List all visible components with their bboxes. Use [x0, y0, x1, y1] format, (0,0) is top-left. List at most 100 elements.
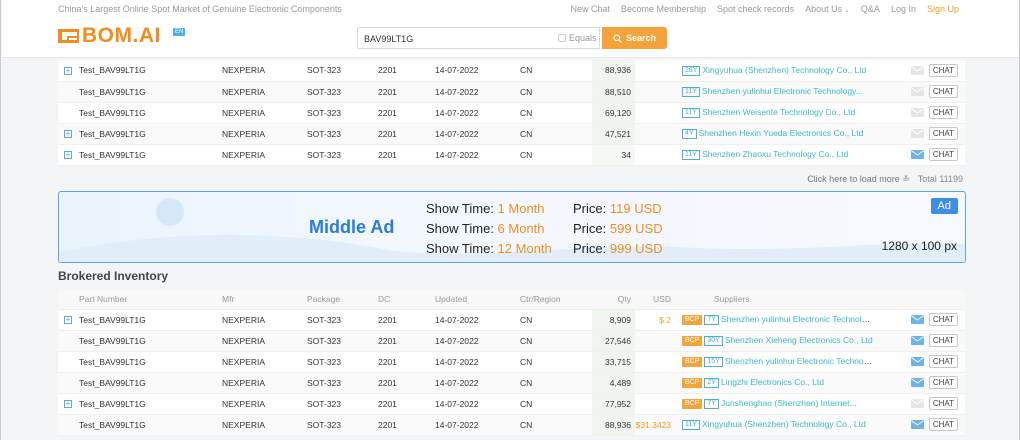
cell-mfr: NEXPERIA [222, 351, 307, 373]
nav-about-us[interactable]: About Us ⌄ [805, 4, 850, 14]
mail-icon[interactable] [910, 65, 924, 75]
nav-new-chat[interactable]: New Chat [570, 4, 610, 14]
supplier-link[interactable]: Shenzhen yulinhui Electronic Technology.… [702, 86, 863, 96]
expand-plus-icon[interactable]: + [64, 130, 72, 139]
chat-button[interactable]: CHAT [928, 148, 958, 161]
cell-part[interactable]: + Test_BAV99LT1G [58, 144, 222, 166]
col-header-mfr[interactable]: Mfr [222, 290, 307, 310]
mail-icon[interactable] [910, 150, 924, 159]
nav-membership[interactable]: Become Membership [621, 4, 706, 14]
table-row[interactable]: Test_BAV99LT1G NEXPERIA SOT-323 2201 14-07-2… [58, 372, 965, 394]
col-header-updated[interactable]: Updated [435, 290, 520, 310]
cell-dc: 2201 [378, 123, 435, 145]
mail-icon[interactable] [910, 87, 924, 96]
supplier-link[interactable]: Shenzhen Hexin Yueda Electronics Co., Lt… [699, 128, 864, 138]
equals-checkbox[interactable] [558, 34, 566, 42]
mail-icon[interactable] [910, 336, 924, 345]
table-row[interactable]: Test_BAV99LT1G NEXPERIA SOT-323 2201 14-07-2… [58, 351, 965, 373]
nav-signup[interactable]: Sign Up [927, 4, 959, 14]
cell-part[interactable]: + Test_BAV99LT1G [58, 309, 222, 331]
search-button[interactable]: Search [602, 27, 667, 49]
col-header-usd[interactable]: USD [635, 290, 682, 310]
mail-icon[interactable] [910, 378, 924, 387]
equals-option[interactable]: Equals [558, 33, 597, 43]
col-header-package[interactable]: Package [307, 290, 378, 310]
mail-icon[interactable] [910, 357, 924, 366]
cell-part[interactable]: Test_BAV99LT1G [58, 81, 222, 103]
mail-icon[interactable] [910, 108, 924, 117]
part-number[interactable]: Test_BAV99LT1G [79, 378, 146, 388]
part-number[interactable]: Test_BAV99LT1G [79, 129, 146, 139]
supplier-link[interactable]: Shenzhen yulinhui Electronic Technology.… [725, 356, 874, 366]
mail-icon[interactable] [910, 315, 924, 324]
supplier-link[interactable]: Shenzhen Zhaoxu Technology Co., Ltd [702, 149, 848, 159]
part-number[interactable]: Test_BAV99LT1G [79, 336, 146, 346]
mail-icon[interactable] [910, 420, 924, 429]
cell-mfr: NEXPERIA [222, 330, 307, 352]
cell-part[interactable]: + Test_BAV99LT1G [58, 123, 222, 145]
table-row[interactable]: Test_BAV99LT1G NEXPERIA SOT-323 2201 14-07-2… [58, 330, 965, 352]
table-row[interactable]: + Test_BAV99LT1G NEXPERIA SOT-323 2201 14-07-… [58, 309, 965, 331]
col-header-region[interactable]: Ctr/Region [520, 290, 592, 310]
middle-ad-banner[interactable]: Middle Ad Show Time: 1 Month Price: 119 … [58, 191, 966, 263]
table-row[interactable]: Test_BAV99LT1G NEXPERIA SOT-323 2201 14-07-2… [58, 81, 965, 103]
expand-plus-icon[interactable]: + [64, 316, 72, 325]
nav-qa[interactable]: Q&A [861, 4, 880, 14]
chat-button[interactable]: CHAT [928, 127, 958, 140]
chat-button[interactable]: CHAT [928, 397, 958, 410]
cell-part[interactable]: Test_BAV99LT1G [58, 102, 222, 124]
part-number[interactable]: Test_BAV99LT1G [79, 399, 146, 409]
nav-spot-check[interactable]: Spot check records [717, 4, 794, 14]
table-row[interactable]: + Test_BAV99LT1G NEXPERIA SOT-323 2201 14-07-… [58, 393, 965, 415]
supplier-link[interactable]: Shenzhen Weisente Technology Co., Ltd [702, 107, 855, 117]
load-more-link[interactable]: Click here to load more ≚ [807, 174, 910, 185]
cell-part[interactable]: Test_BAV99LT1G [58, 414, 222, 436]
part-number[interactable]: Test_BAV99LT1G [79, 108, 146, 118]
col-header-qty[interactable]: Qty [592, 290, 635, 310]
table-row[interactable]: Test_BAV99LT1G NEXPERIA SOT-323 2201 14-07-2… [58, 414, 965, 436]
expand-plus-icon[interactable]: + [64, 151, 72, 160]
part-number[interactable]: Test_BAV99LT1G [79, 87, 146, 97]
chat-button[interactable]: CHAT [928, 85, 958, 98]
chat-button[interactable]: CHAT [928, 334, 958, 347]
logo[interactable]: BOM.AI [58, 25, 161, 46]
language-badge[interactable]: EN [173, 28, 186, 36]
chat-button[interactable]: CHAT [928, 418, 958, 431]
chat-button[interactable]: CHAT [928, 355, 958, 368]
expand-plus-icon[interactable]: + [64, 67, 72, 75]
col-header-dc[interactable]: DC [378, 290, 435, 310]
cell-part[interactable]: + Test_BAV99LT1G [58, 60, 222, 82]
table-row[interactable]: + Test_BAV99LT1G NEXPERIA SOT-323 2201 14-07-… [58, 144, 965, 166]
supplier-link[interactable]: Shenzhen yulinhui Electronic Technology.… [721, 314, 874, 324]
table-row[interactable]: Test_BAV99LT1G NEXPERIA SOT-323 2201 14-07-2… [58, 102, 965, 124]
supplier-link[interactable]: Xingyuhua (Shenzhen) Technology Co., Ltd [702, 419, 866, 429]
part-number[interactable]: Test_BAV99LT1G [79, 315, 146, 325]
part-number[interactable]: Test_BAV99LT1G [79, 65, 146, 75]
chat-button[interactable]: CHAT [928, 63, 958, 77]
nav-login[interactable]: Log In [891, 4, 916, 14]
search-input[interactable] [364, 32, 544, 45]
part-number[interactable]: Test_BAV99LT1G [79, 420, 146, 430]
chat-button[interactable]: CHAT [928, 313, 958, 326]
supplier-link[interactable]: Xingyuhua (Shenzhen) Technology Co., Ltd [702, 65, 866, 75]
supplier-link[interactable]: Junshenghao (Shenzhen) Internet... [721, 398, 857, 408]
supplier-link[interactable]: Shenzhen Xieheng Electronics Co., Ltd [725, 335, 873, 345]
table-row[interactable]: + Test_BAV99LT1G NEXPERIA SOT-323 2201 14-07-… [58, 123, 965, 145]
ad-badge-button[interactable]: Ad [930, 198, 958, 214]
cell-part[interactable]: + Test_BAV99LT1G [58, 393, 222, 415]
years-badge: 11Y [682, 86, 700, 97]
col-header-suppliers[interactable]: Suppliers [682, 290, 874, 310]
mail-icon[interactable] [910, 129, 924, 138]
cell-part[interactable]: Test_BAV99LT1G [58, 372, 222, 394]
supplier-link[interactable]: Lingzhi Electronics Co., Ltd [721, 377, 824, 387]
cell-part[interactable]: Test_BAV99LT1G [58, 351, 222, 373]
cell-part[interactable]: Test_BAV99LT1G [58, 330, 222, 352]
chat-button[interactable]: CHAT [928, 106, 958, 119]
mail-icon[interactable] [910, 399, 924, 408]
col-header-part[interactable]: Part Number [58, 290, 222, 310]
chat-button[interactable]: CHAT [928, 376, 958, 389]
part-number[interactable]: Test_BAV99LT1G [79, 150, 146, 160]
part-number[interactable]: Test_BAV99LT1G [79, 357, 146, 367]
expand-plus-icon[interactable]: + [64, 400, 72, 409]
table-row[interactable]: + Test_BAV99LT1G NEXPERIA SOT-323 2201 14-07-… [58, 60, 965, 82]
